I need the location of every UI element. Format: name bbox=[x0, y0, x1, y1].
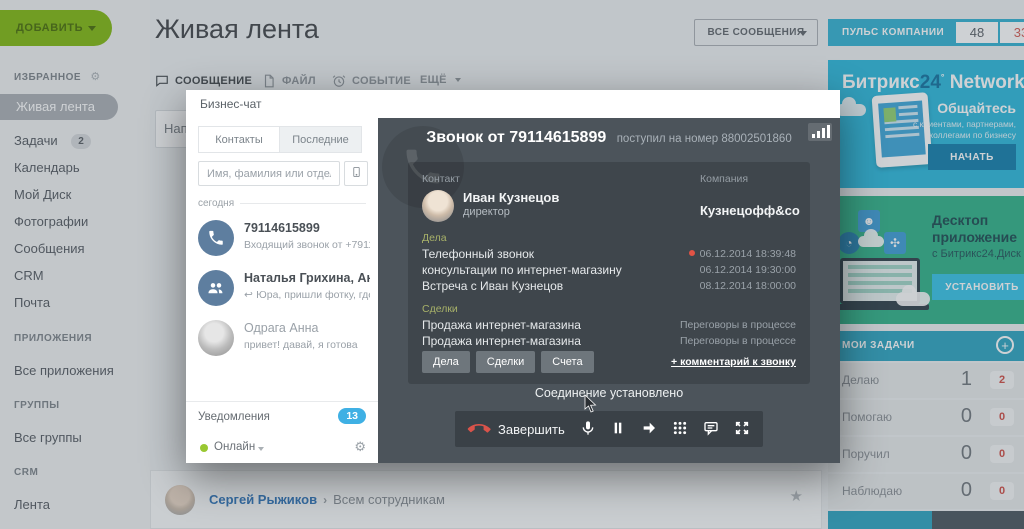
activities-section-label: Дела bbox=[422, 232, 796, 244]
call-panel: Звонок от 79114615899 поступил на номер … bbox=[378, 118, 840, 463]
activities-filter-button[interactable]: Дела bbox=[422, 351, 470, 373]
pause-icon bbox=[610, 420, 626, 436]
hold-call-button[interactable] bbox=[610, 419, 626, 439]
chat-item-person[interactable]: Одрага Анна привет! давай, я готова bbox=[186, 314, 378, 364]
chat-item-group[interactable]: Наталья Грихина, Анна Одр... ↩ Юра, приш… bbox=[186, 264, 378, 314]
chat-subtitle: привет! давай, я готова bbox=[244, 339, 370, 351]
company-name[interactable]: Кузнецофф&co bbox=[700, 203, 796, 218]
chat-name: Наталья Грихина, Анна Одр... bbox=[244, 271, 370, 285]
company-label: Компания bbox=[700, 173, 796, 185]
chat-name: 79114615899 bbox=[244, 221, 370, 235]
mouse-cursor bbox=[584, 394, 598, 419]
crm-info-card: Контакт Иван Кузнецов директор Компания … bbox=[408, 162, 810, 384]
end-call-phone-icon bbox=[463, 413, 494, 444]
avatar bbox=[422, 190, 454, 222]
gear-icon[interactable]: ⚙ bbox=[354, 440, 366, 455]
tab-recent[interactable]: Последние bbox=[280, 126, 362, 153]
online-status-label[interactable]: Онлайн bbox=[214, 441, 255, 453]
reply-arrow-icon: ↩ bbox=[244, 289, 256, 301]
online-status-dot bbox=[200, 444, 208, 452]
invoices-filter-button[interactable]: Счета bbox=[541, 351, 593, 373]
chat-bubble-icon bbox=[703, 420, 719, 436]
chat-name: Одрага Анна bbox=[244, 321, 370, 335]
modal-title: Бизнес-чат bbox=[200, 97, 262, 111]
chat-subtitle: ↩ Юра, пришли фотку, где мы... bbox=[244, 289, 370, 301]
activity-row[interactable]: Телефонный звонок 06.12.2014 18:39:48 bbox=[422, 247, 796, 261]
end-call-label: Завершить bbox=[498, 422, 565, 437]
today-section-label: сегодня bbox=[198, 198, 366, 209]
status-row: Онлайн ⚙ bbox=[186, 433, 378, 463]
connection-status: Соединение установлено bbox=[378, 386, 840, 400]
dialpad-button[interactable] bbox=[672, 419, 688, 439]
keypad-icon bbox=[672, 420, 688, 436]
notifications-row[interactable]: Уведомления 13 bbox=[186, 401, 378, 431]
call-controls-bar: Завершить bbox=[455, 411, 763, 447]
open-chat-button[interactable] bbox=[703, 419, 719, 439]
deals-section-label: Сделки bbox=[422, 303, 796, 315]
contact-label: Контакт bbox=[422, 173, 700, 185]
deal-row[interactable]: Продажа интернет-магазина Переговоры в п… bbox=[422, 318, 796, 332]
activity-row[interactable]: консультации по интернет-магазину 06.12.… bbox=[422, 263, 796, 277]
forward-arrow-icon bbox=[641, 420, 657, 436]
chat-subtitle: Входящий звонок от +791146... bbox=[244, 239, 370, 251]
chat-panel: Контакты Последние сегодня 79114615899 В… bbox=[186, 118, 378, 463]
overdue-dot-icon bbox=[689, 250, 695, 256]
fullscreen-icon bbox=[734, 420, 750, 436]
app-screen: ДОБАВИТЬ Живая лента ВСЕ СООБЩЕНИЯ ПУЛЬС… bbox=[0, 0, 1024, 529]
deals-filter-button[interactable]: Сделки bbox=[476, 351, 536, 373]
call-title: Звонок от 79114615899 поступил на номер … bbox=[378, 129, 840, 147]
business-chat-modal: Бизнес-чат Контакты Последние сегодня 79… bbox=[186, 90, 840, 463]
fullscreen-button[interactable] bbox=[734, 419, 750, 439]
mute-microphone-button[interactable] bbox=[580, 419, 596, 439]
transfer-call-button[interactable] bbox=[641, 419, 657, 439]
contact-name[interactable]: Иван Кузнецов bbox=[463, 190, 559, 205]
group-avatar bbox=[198, 270, 234, 306]
end-call-button[interactable]: Завершить bbox=[468, 418, 565, 440]
activity-row[interactable]: Встреча с Иван Кузнецов 08.12.2014 18:00… bbox=[422, 279, 796, 293]
microphone-icon bbox=[580, 420, 596, 436]
contact-role: директор bbox=[463, 206, 559, 218]
signal-strength-icon bbox=[808, 123, 832, 141]
phone-icon bbox=[207, 229, 225, 247]
tab-contacts[interactable]: Контакты bbox=[198, 126, 280, 153]
call-avatar bbox=[198, 220, 234, 256]
chevron-down-icon bbox=[258, 447, 264, 451]
deal-row[interactable]: Продажа интернет-магазина Переговоры в п… bbox=[422, 334, 796, 348]
people-icon bbox=[207, 279, 225, 297]
avatar bbox=[198, 320, 234, 356]
add-comment-link[interactable]: + комментарий к звонку bbox=[671, 356, 796, 368]
notifications-badge: 13 bbox=[338, 408, 366, 424]
mobile-phone-button[interactable] bbox=[344, 161, 368, 186]
search-input[interactable] bbox=[198, 161, 340, 186]
mobile-phone-icon bbox=[351, 164, 362, 180]
chat-item-incoming-call[interactable]: 79114615899 Входящий звонок от +791146..… bbox=[186, 214, 378, 264]
